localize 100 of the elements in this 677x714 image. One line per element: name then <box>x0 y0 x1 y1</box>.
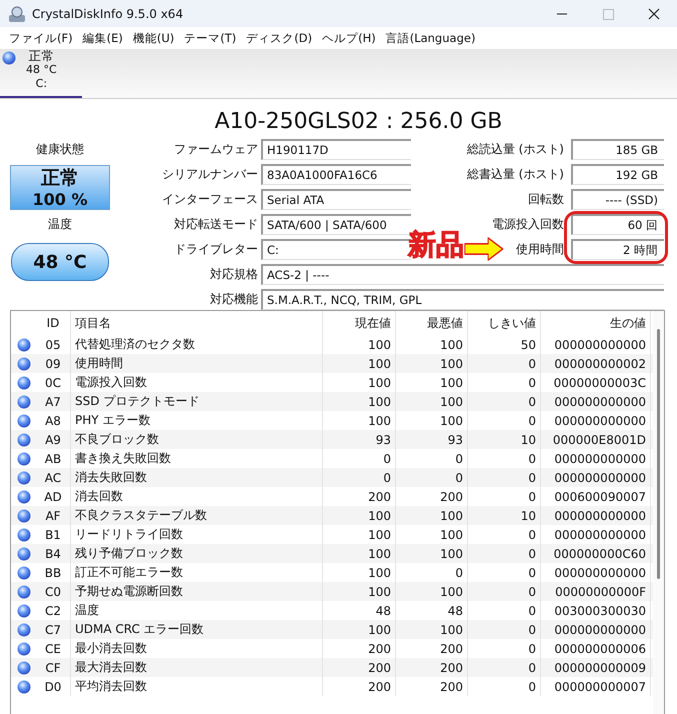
status-ball-icon <box>16 680 30 694</box>
field-value: S.M.A.R.T., NCQ, TRIM, GPL <box>261 289 664 310</box>
menu-item[interactable]: テーマ(T) <box>179 30 242 46</box>
table-cell: 93 <box>396 430 468 449</box>
temperature-pill: 48 °C <box>11 243 109 281</box>
table-cell: 000000000000 <box>541 506 651 525</box>
field-value: H190117D <box>261 139 411 160</box>
menu-item[interactable]: ファイル(F) <box>4 30 78 46</box>
menu-item[interactable]: 機能(U) <box>128 30 180 46</box>
field-label: 回転数 <box>528 191 564 208</box>
field-label: ファームウェア <box>174 141 258 158</box>
table-cell: C0 <box>36 582 71 601</box>
field-label: 総書込量 (ホスト) <box>466 166 564 183</box>
column-header[interactable]: 現在値 <box>323 311 396 335</box>
table-cell: 0 <box>468 677 541 696</box>
table-cell: 100 <box>323 506 396 525</box>
column-header[interactable]: しきい値 <box>468 311 541 335</box>
table-cell: 0 <box>468 544 541 563</box>
table-cell: 000000000000 <box>541 468 651 487</box>
menu-item[interactable]: 言語(Language) <box>380 30 480 46</box>
table-cell: 0 <box>468 468 541 487</box>
menu-item[interactable]: 編集(E) <box>78 30 128 46</box>
temperature-label: 温度 <box>47 216 73 233</box>
status-ball-icon <box>16 584 30 598</box>
table-cell: C7 <box>36 620 71 639</box>
table-cell: 0 <box>468 620 541 639</box>
field-value: Serial ATA <box>261 189 411 210</box>
table-cell: 000000000000 <box>541 392 651 411</box>
table-cell: A9 <box>36 430 71 449</box>
table-cell: 100 <box>396 620 468 639</box>
table-cell: 0 <box>323 468 396 487</box>
table-cell: 100 <box>396 506 468 525</box>
arrow-icon <box>464 236 504 262</box>
table-cell: 000000E8001D <box>541 430 651 449</box>
table-cell: 0 <box>468 392 541 411</box>
field-value: 192 GB <box>571 164 664 185</box>
status-ball-icon <box>16 528 30 542</box>
table-cell: 000000000000 <box>541 620 651 639</box>
table-cell: 100 <box>396 392 468 411</box>
field-value: 83A0A1000FA16C6 <box>261 164 411 185</box>
table-cell: 00000000000F <box>541 582 651 601</box>
column-header[interactable]: 項目名 <box>71 311 323 335</box>
table-cell: 100 <box>396 582 468 601</box>
status-ball-icon <box>16 622 30 636</box>
field-value: SATA/600 | SATA/600 <box>261 214 411 235</box>
field-label: 対応機能 <box>210 291 258 308</box>
field-label: 使用時間 <box>516 241 564 258</box>
table-cell: D0 <box>36 677 71 696</box>
table-cell: 使用時間 <box>71 354 323 373</box>
table-cell: 100 <box>323 582 396 601</box>
menu-item[interactable]: ディスク(D) <box>241 30 318 46</box>
table-cell: AC <box>36 468 71 487</box>
column-header[interactable]: ID <box>36 311 71 335</box>
status-ball-icon <box>16 566 30 580</box>
table-cell: 09 <box>36 354 71 373</box>
field-value: 185 GB <box>571 139 664 160</box>
status-ball-icon <box>16 490 30 504</box>
table-cell: 100 <box>323 544 396 563</box>
table-cell: 100 <box>323 392 396 411</box>
table-cell: UDMA CRC エラー回数 <box>71 620 323 639</box>
table-cell: 平均消去回数 <box>71 677 323 696</box>
disk-model-title: A10-250GLS02 : 256.0 GB <box>214 108 504 136</box>
table-cell: 93 <box>323 430 396 449</box>
field-label: 電源投入回数 <box>492 216 564 233</box>
status-ball-icon <box>16 338 30 352</box>
field-label: 総読込量 (ホスト) <box>466 141 564 158</box>
column-header[interactable]: 生の値 <box>541 311 651 335</box>
table-cell: 0 <box>468 658 541 677</box>
table-cell: 000000000002 <box>541 354 651 373</box>
table-cell: A7 <box>36 392 71 411</box>
disk-tab[interactable]: 正常 48 °C C: <box>0 49 82 98</box>
column-header[interactable]: 最悪値 <box>396 311 468 335</box>
table-cell: AF <box>36 506 71 525</box>
table-cell: 000000000007 <box>541 677 651 696</box>
field-label: シリアルナンバー <box>162 166 258 183</box>
table-cell: B4 <box>36 544 71 563</box>
table-cell: 0 <box>468 582 541 601</box>
health-label: 健康状態 <box>35 141 85 158</box>
table-cell: 100 <box>396 544 468 563</box>
menu-item[interactable]: ヘルプ(H) <box>317 30 381 46</box>
table-cell: 0 <box>396 468 468 487</box>
table-cell: 不良ブロック数 <box>71 430 323 449</box>
table-cell: 200 <box>396 677 468 696</box>
status-ball-icon <box>16 470 30 484</box>
status-ball-icon <box>16 452 30 466</box>
field-label: インターフェース <box>162 191 258 208</box>
table-cell: 10 <box>468 430 541 449</box>
table-cell: 不良クラスタテーブル数 <box>71 506 323 525</box>
table-cell: 000000000009 <box>541 658 651 677</box>
field-value: ---- (SSD) <box>571 189 664 210</box>
status-ball-icon <box>16 508 30 522</box>
table-cell: 200 <box>323 677 396 696</box>
table-cell: 0 <box>468 354 541 373</box>
status-ball-icon <box>2 51 16 65</box>
table-cell: 200 <box>323 658 396 677</box>
table-cell: 最大消去回数 <box>71 658 323 677</box>
scrollbar-thumb[interactable] <box>657 329 660 579</box>
table-cell: 予期せぬ電源断回数 <box>71 582 323 601</box>
status-ball-icon <box>16 356 30 370</box>
status-ball-icon <box>16 432 30 446</box>
